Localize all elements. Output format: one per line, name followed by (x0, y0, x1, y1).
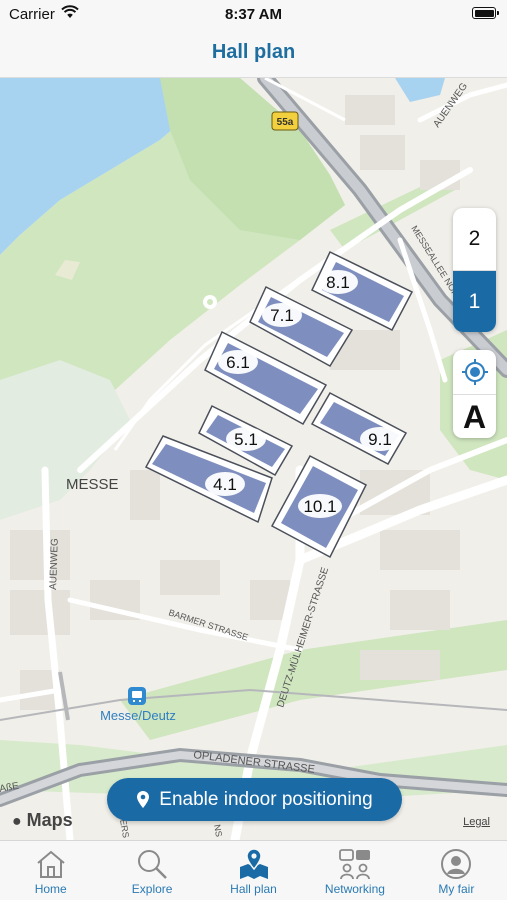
map-pin-icon (137, 791, 150, 808)
battery-icon (472, 7, 499, 19)
tab-label: My fair (438, 882, 475, 896)
page-title: Hall plan (211, 41, 296, 63)
home-icon (35, 847, 67, 881)
a-letter-icon[interactable]: A (453, 394, 496, 439)
street-label-edge-bottom-2: NS (212, 824, 224, 838)
tab-label: Explore (131, 882, 173, 896)
maps-attribution: ● Maps (12, 810, 73, 830)
hall-map[interactable]: 8.1 7.1 6.1 5.1 9.1 4.1 10.1 55a MESSE A… (0, 78, 507, 840)
floor-1-button[interactable]: 1 (453, 270, 496, 332)
svg-text:55a: 55a (277, 117, 294, 128)
hall-label: 6.1 (226, 353, 250, 372)
tab-networking[interactable]: Networking (304, 841, 405, 900)
floor-selector[interactable]: 2 1 (453, 208, 496, 332)
hall-9-1[interactable]: 9.1 (310, 392, 408, 465)
legal-link[interactable]: Legal (463, 816, 490, 828)
navigation-bar: Hall plan (0, 28, 507, 78)
hall-label: 7.1 (270, 306, 294, 325)
hall-label: 8.1 (326, 273, 350, 292)
street-label-edge-bottom: ERS (118, 819, 131, 839)
search-icon (136, 847, 168, 881)
floor-2-button[interactable]: 2 (453, 208, 496, 270)
tab-bar: Home Explore Hall plan Networking My fai… (0, 840, 507, 900)
profile-icon (440, 847, 472, 881)
hall-label: 9.1 (368, 430, 392, 449)
tab-home[interactable]: Home (0, 841, 101, 900)
hall-label: 5.1 (234, 430, 258, 449)
street-label-auenweg: AUENWEG (48, 538, 61, 590)
tab-label: Networking (324, 882, 385, 896)
apple-logo-icon: ● (12, 813, 22, 830)
map-pin-icon (238, 847, 270, 881)
enable-indoor-positioning-button[interactable]: Enable indoor positioning (107, 778, 402, 821)
enable-indoor-positioning-label: Enable indoor positioning (159, 788, 373, 810)
tab-label: Home (34, 882, 67, 896)
clock: 8:37 AM (225, 6, 282, 23)
hall-label: 4.1 (213, 475, 237, 494)
map-controls: A (453, 350, 496, 438)
district-label: MESSE (66, 476, 119, 493)
station-label: Messe/Deutz (100, 708, 176, 723)
tab-label: Hall plan (230, 882, 277, 896)
tab-explore[interactable]: Explore (101, 841, 202, 900)
hall-label: 10.1 (303, 497, 336, 516)
tab-hall-plan[interactable]: Hall plan (203, 841, 304, 900)
networking-icon (338, 847, 372, 881)
route-shield: 55a (271, 111, 299, 131)
location-target-icon[interactable] (453, 350, 496, 394)
tab-my-fair[interactable]: My fair (406, 841, 507, 900)
map-canvas[interactable]: 8.1 7.1 6.1 5.1 9.1 4.1 10.1 55a MESSE A… (0, 78, 507, 840)
status-bar: Carrier 8:37 AM (0, 0, 507, 28)
